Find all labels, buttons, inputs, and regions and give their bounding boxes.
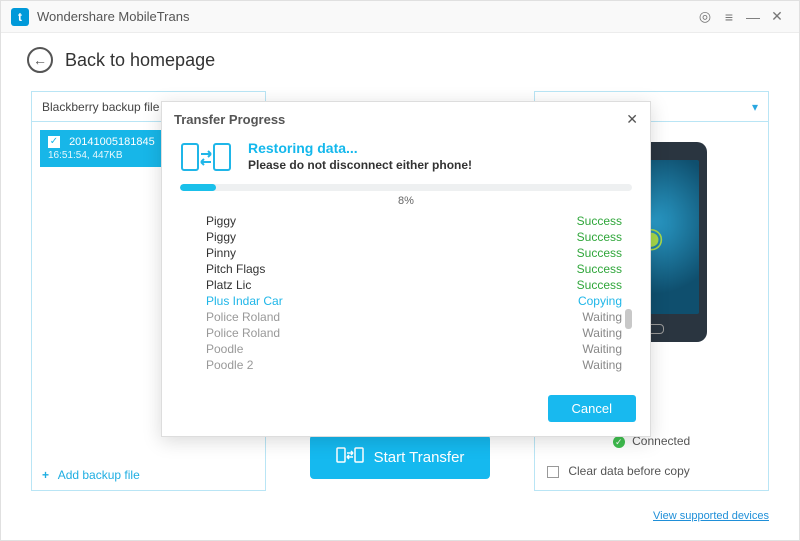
- back-button[interactable]: ←: [27, 47, 53, 73]
- view-supported-devices-link[interactable]: View supported devices: [653, 510, 769, 522]
- transfer-item-name: Platz Lic: [206, 278, 251, 292]
- transfer-item-status: Waiting: [582, 326, 622, 340]
- back-row: ← Back to homepage: [1, 33, 799, 83]
- progress-bar: [180, 184, 632, 191]
- dialog-close-icon[interactable]: ✕: [626, 111, 638, 128]
- transfer-item-row: Piggy Success: [180, 213, 622, 229]
- transfer-item-row: Plus Indar Car Copying: [180, 293, 622, 309]
- cancel-button[interactable]: Cancel: [548, 395, 636, 422]
- transfer-item-row: Pitch Flags Success: [180, 261, 622, 277]
- scrollbar-thumb[interactable]: [625, 309, 632, 329]
- transfer-item-name: Police Roland: [206, 326, 280, 340]
- menu-icon[interactable]: ≡: [717, 9, 741, 25]
- dialog-title: Transfer Progress: [174, 112, 626, 127]
- add-backup-file-button[interactable]: + Add backup file: [42, 468, 140, 482]
- app-title: Wondershare MobileTrans: [37, 9, 693, 24]
- transfer-item-name: Poodle 2: [206, 358, 253, 372]
- transfer-item-name: Pitch Flags: [206, 262, 265, 276]
- transfer-item-row: Piggy Success: [180, 229, 622, 245]
- restore-title: Restoring data...: [248, 140, 472, 156]
- restore-heading-row: Restoring data... Please do not disconne…: [180, 140, 632, 174]
- transfer-item-name: Piggy: [206, 230, 236, 244]
- check-icon: ✓: [48, 136, 60, 148]
- transfer-item-list: PiggySuccessPiggySuccessPinnySuccessPitc…: [180, 213, 632, 373]
- transfer-item-name: Pinny: [206, 246, 236, 260]
- clear-data-label: Clear data before copy: [568, 464, 689, 478]
- start-transfer-label: Start Transfer: [374, 449, 465, 466]
- connected-check-icon: ✓: [613, 436, 625, 448]
- transfer-item-status: Success: [577, 230, 622, 244]
- transfer-item-row: Pinny Success: [180, 245, 622, 261]
- transfer-item-status: Waiting: [582, 342, 622, 356]
- transfer-item-status: Copying: [578, 294, 622, 308]
- transfer-item-status: Success: [577, 214, 622, 228]
- minimize-icon[interactable]: —: [741, 9, 765, 25]
- close-window-icon[interactable]: ✕: [765, 8, 789, 25]
- transfer-item-row: Platz Lic Success: [180, 277, 622, 293]
- chevron-down-icon: ▾: [752, 100, 758, 114]
- transfer-item-status: Success: [577, 246, 622, 260]
- transfer-item-name: Plus Indar Car: [206, 294, 283, 308]
- transfer-item-row: Poodle 2 Waiting: [180, 357, 622, 373]
- transfer-item-row: Police Roland Waiting: [180, 325, 622, 341]
- start-transfer-button[interactable]: Start Transfer: [310, 435, 490, 479]
- transfer-icon: [336, 445, 364, 470]
- progress-percent: 8%: [180, 195, 632, 207]
- transfer-item-name: Piggy: [206, 214, 236, 228]
- devices-transfer-icon: [180, 140, 232, 174]
- transfer-item-name: Police Roland: [206, 310, 280, 324]
- backup-file-name: 20141005181845: [69, 136, 155, 148]
- transfer-item-status: Waiting: [582, 310, 622, 324]
- transfer-progress-dialog: Transfer Progress ✕ Restoring data... Pl…: [161, 101, 651, 437]
- title-bar: t Wondershare MobileTrans ◎ ≡ — ✕: [1, 1, 799, 33]
- source-panel-title: Blackberry backup file: [42, 100, 159, 114]
- transfer-item-name: Poodle: [206, 342, 243, 356]
- restore-subtitle: Please do not disconnect either phone!: [248, 158, 472, 172]
- progress-fill: [180, 184, 216, 191]
- back-label: Back to homepage: [65, 50, 215, 71]
- clear-data-checkbox[interactable]: [547, 466, 559, 478]
- app-logo-icon: t: [11, 8, 29, 26]
- transfer-item-status: Success: [577, 262, 622, 276]
- clear-data-row[interactable]: Clear data before copy: [547, 464, 690, 478]
- transfer-item-status: Waiting: [582, 358, 622, 372]
- feedback-icon[interactable]: ◎: [693, 8, 717, 25]
- plus-icon: +: [42, 468, 49, 482]
- add-backup-label: Add backup file: [58, 468, 140, 482]
- progress-area: 8%: [180, 184, 632, 207]
- transfer-item-row: Police Roland Waiting: [180, 309, 622, 325]
- transfer-item-status: Success: [577, 278, 622, 292]
- dialog-header: Transfer Progress ✕: [162, 102, 650, 136]
- dialog-footer: Cancel: [162, 387, 650, 436]
- transfer-item-row: Poodle Waiting: [180, 341, 622, 357]
